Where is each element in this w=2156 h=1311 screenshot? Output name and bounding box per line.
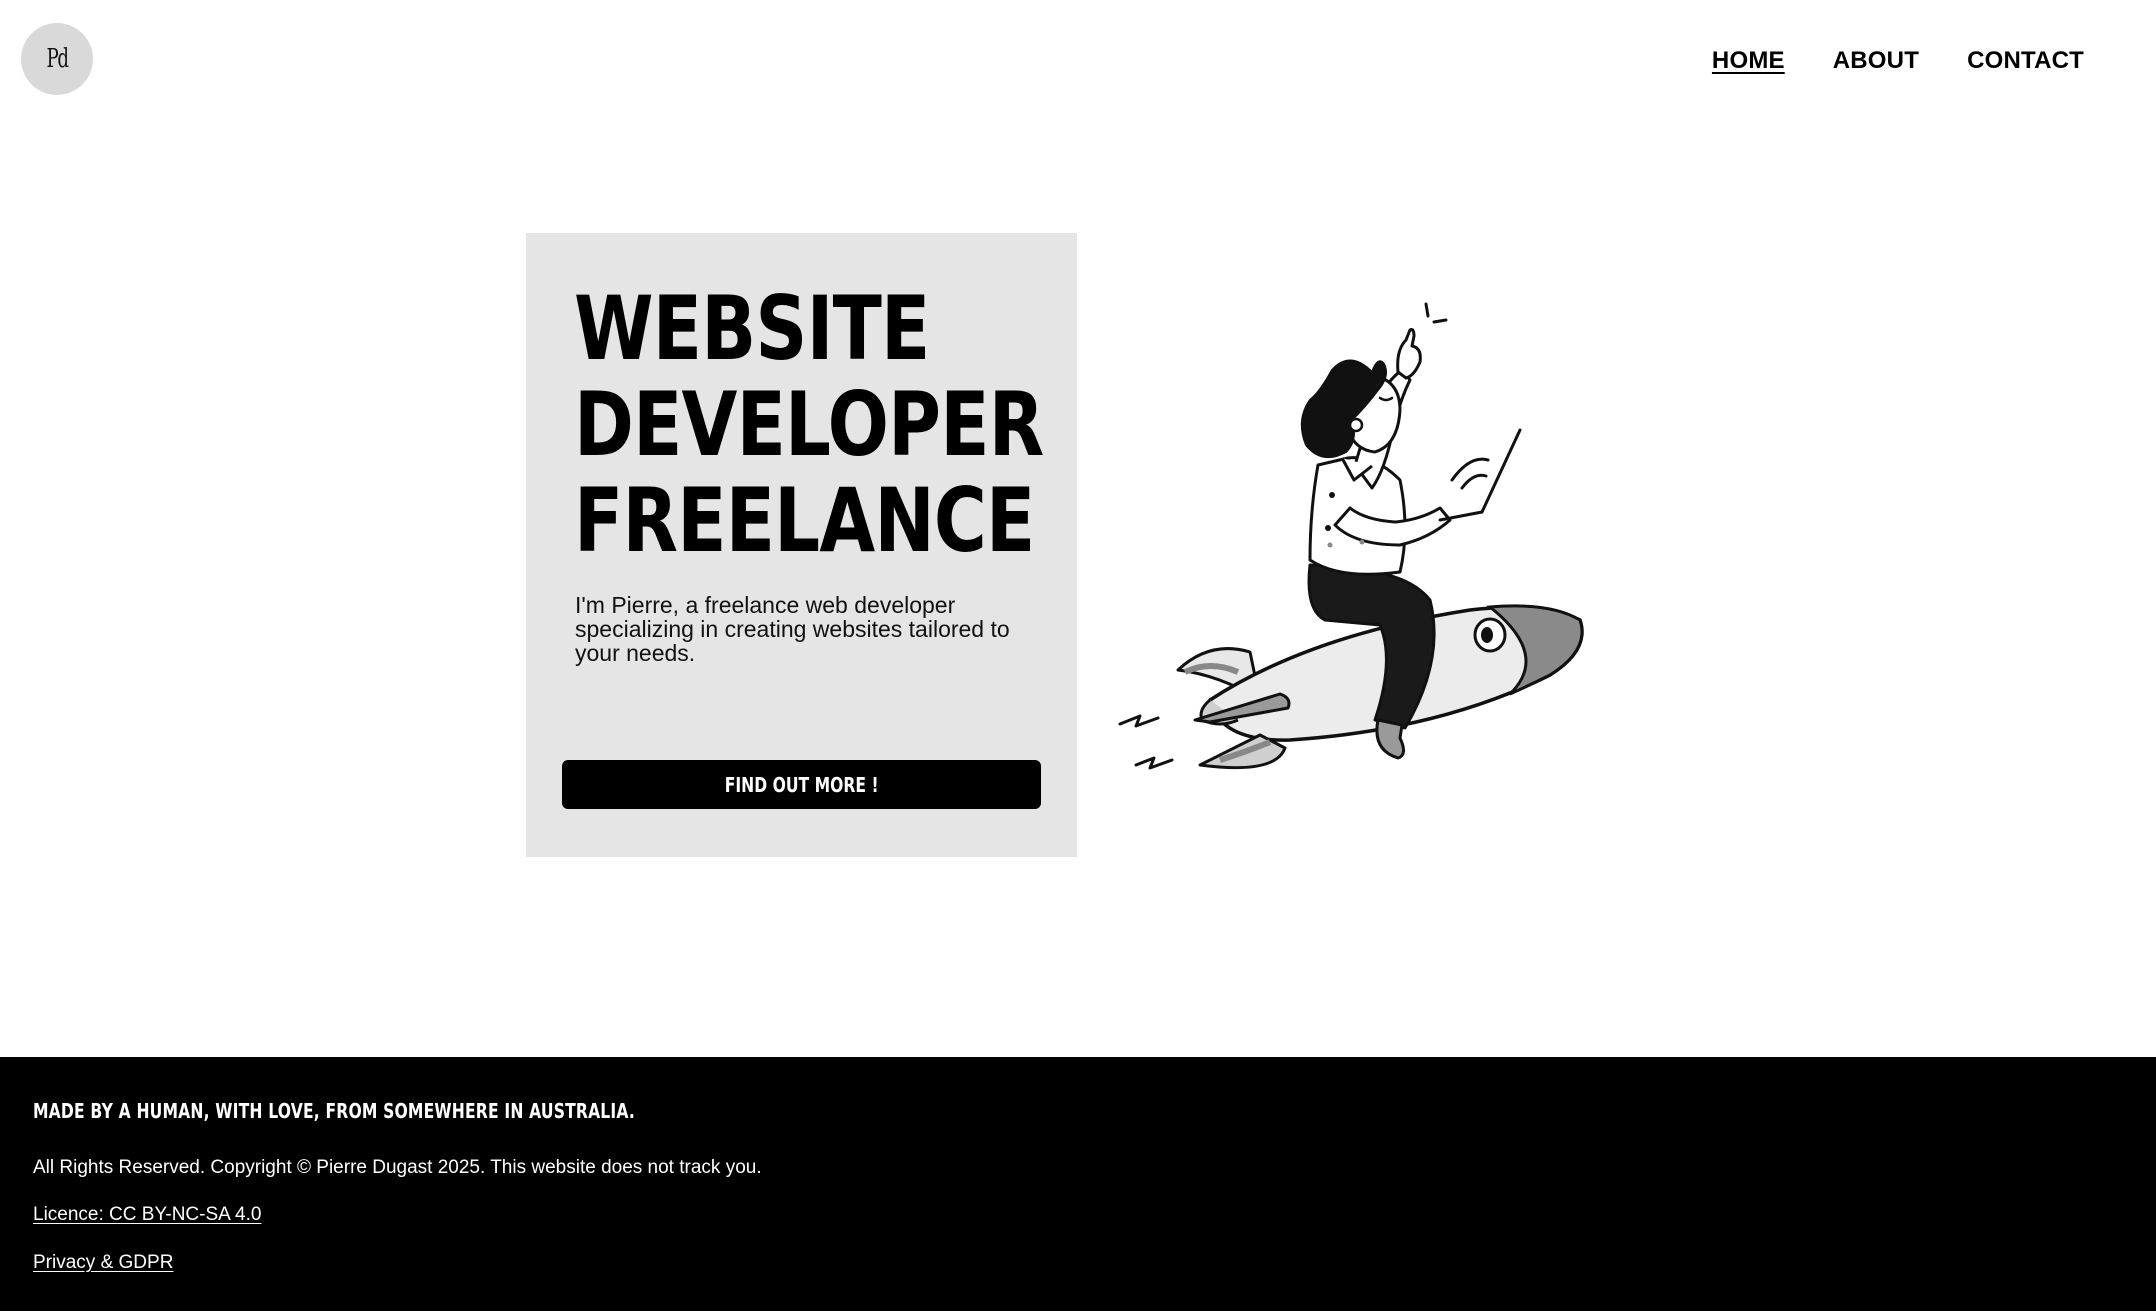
hero-title-line-2: DEVELOPER <box>574 373 1044 476</box>
hero-description: I'm Pierre, a freelance web developer sp… <box>575 592 1010 666</box>
logo-text: Pd <box>46 44 69 74</box>
page: Pd HOME ABOUT CONTACT WEBSITE DEVELOPER … <box>0 0 2156 1311</box>
licence-link[interactable]: Licence: CC BY-NC-SA 4.0 <box>33 1204 261 1226</box>
nav-contact-link[interactable]: CONTACT <box>1967 47 2084 75</box>
footer: MADE BY A HUMAN, WITH LOVE, FROM SOMEWHE… <box>0 1057 2156 1311</box>
privacy-link[interactable]: Privacy & GDPR <box>33 1252 173 1274</box>
nav-home-link[interactable]: HOME <box>1712 47 1785 75</box>
footer-tagline: MADE BY A HUMAN, WITH LOVE, FROM SOMEWHE… <box>33 1099 635 1123</box>
find-out-more-button[interactable]: FIND OUT MORE ! <box>562 760 1041 809</box>
hero-card: WEBSITE DEVELOPER FREELANCE I'm Pierre, … <box>526 233 1077 857</box>
nav-about-link[interactable]: ABOUT <box>1833 47 1919 75</box>
hero-title-line-1: WEBSITE <box>574 277 930 380</box>
logo[interactable]: Pd <box>21 23 93 95</box>
hero-title: WEBSITE DEVELOPER FREELANCE <box>574 277 1044 572</box>
person-riding-rocket-illustration <box>1118 302 1584 770</box>
footer-copyright: All Rights Reserved. Copyright © Pierre … <box>33 1157 762 1178</box>
find-out-more-label: FIND OUT MORE ! <box>724 772 879 797</box>
main-nav: HOME ABOUT CONTACT <box>1712 47 2084 75</box>
hero-title-line-3: FREELANCE <box>574 469 1035 572</box>
